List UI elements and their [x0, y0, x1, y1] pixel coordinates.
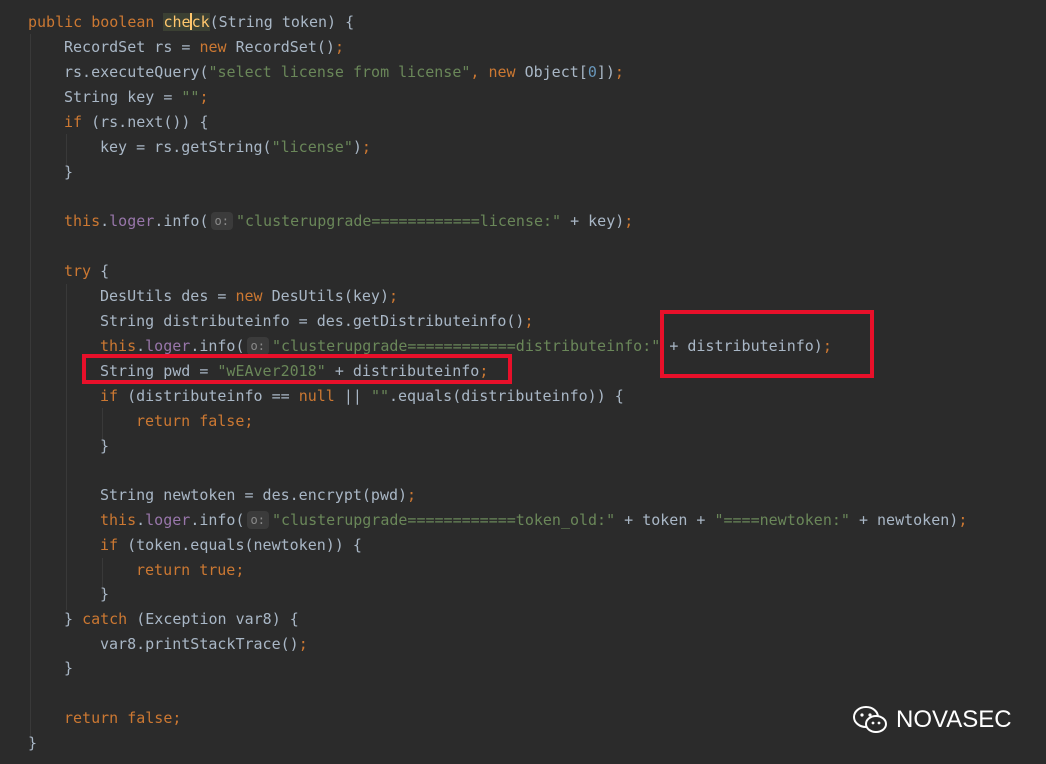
code-line-16[interactable]: if (distributeinfo == null || "".equals(…	[100, 384, 624, 408]
code-line-18[interactable]: }	[100, 434, 109, 458]
code-editor[interactable]: public boolean check(String token) { Rec…	[0, 0, 1046, 764]
code-line-22[interactable]: if (token.equals(newtoken)) {	[100, 533, 362, 557]
code-line-17[interactable]: return false;	[136, 409, 253, 433]
code-line-25[interactable]: } catch (Exception var8) {	[64, 607, 299, 631]
code-line-13[interactable]: String distributeinfo = des.getDistribut…	[100, 309, 533, 333]
code-line-29[interactable]: return false;	[64, 706, 181, 730]
code-line-24[interactable]: }	[100, 582, 109, 606]
code-line-9[interactable]: this.loger.info(o: "clusterupgrade=======…	[64, 209, 633, 233]
code-line-11[interactable]: try {	[64, 259, 109, 283]
wechat-icon	[853, 706, 887, 733]
code-line-7[interactable]: }	[64, 160, 73, 184]
parameter-hint: o:	[210, 212, 233, 230]
parameter-hint: o:	[246, 511, 269, 529]
watermark: NOVASEC	[852, 702, 1012, 738]
highlight-box-pwd-line	[82, 354, 512, 384]
code-line-2[interactable]: RecordSet rs = new RecordSet();	[64, 35, 344, 59]
code-line-5[interactable]: if (rs.next()) {	[64, 110, 209, 134]
code-line-1[interactable]: public boolean check(String token) {	[28, 10, 354, 34]
highlight-box-distributeinfo-log	[660, 310, 874, 378]
code-line-20[interactable]: String newtoken = des.encrypt(pwd);	[100, 483, 416, 507]
indent-guide	[66, 284, 67, 610]
code-line-23[interactable]: return true;	[136, 558, 244, 582]
text-caret	[189, 13, 192, 30]
parameter-hint: o:	[246, 337, 269, 355]
code-line-3[interactable]: rs.executeQuery("select license from lic…	[64, 60, 624, 84]
code-line-21[interactable]: this.loger.info(o: "clusterupgrade=======…	[100, 508, 967, 532]
code-line-27[interactable]: }	[64, 656, 73, 680]
indent-guide	[30, 34, 31, 746]
code-line-12[interactable]: DesUtils des = new DesUtils(key);	[100, 284, 398, 308]
code-line-30[interactable]: }	[28, 731, 37, 755]
code-line-26[interactable]: var8.printStackTrace();	[100, 632, 308, 656]
watermark-text: NOVASEC	[896, 706, 1012, 733]
code-line-4[interactable]: String key = "";	[64, 85, 209, 109]
code-line-6[interactable]: key = rs.getString("license");	[100, 135, 371, 159]
